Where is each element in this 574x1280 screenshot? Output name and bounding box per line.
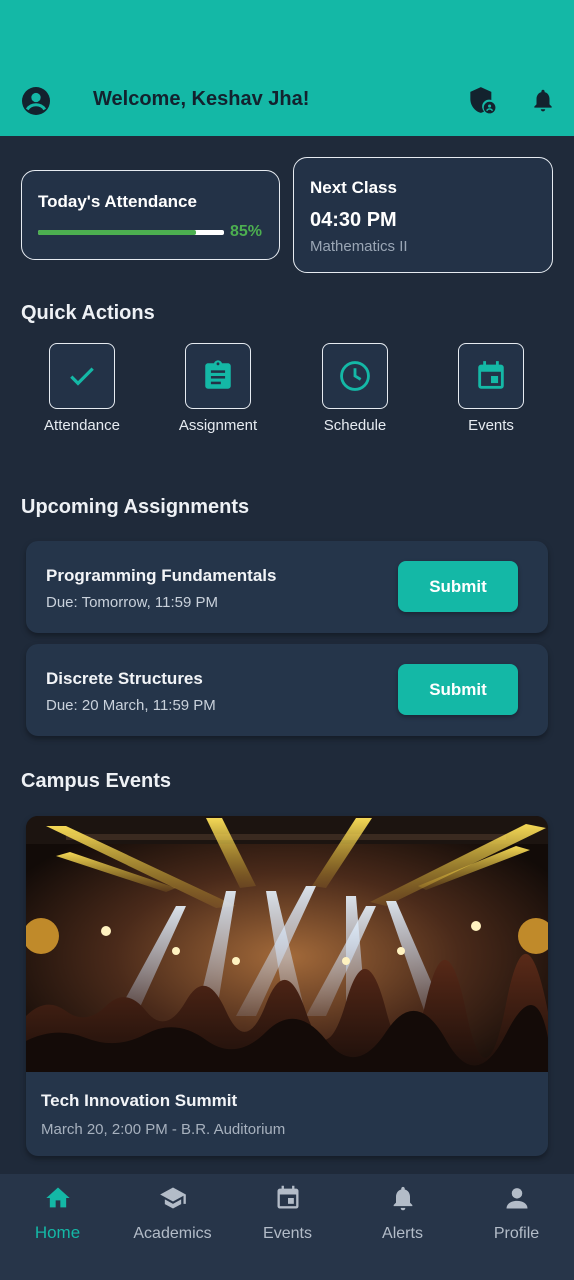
next-class-time: 04:30 PM <box>310 209 397 231</box>
bell-icon[interactable] <box>530 86 556 114</box>
bell-icon <box>393 1186 412 1211</box>
nav-label: Home <box>34 1223 81 1242</box>
assignment-item[interactable]: Programming Fundamentals Due: Tomorrow, … <box>26 541 548 633</box>
quick-action-schedule-box[interactable] <box>322 343 388 409</box>
top-app-bar: Welcome, Keshav Jha! <box>0 0 574 136</box>
upcoming-assignments-title: Upcoming Assignments <box>21 496 250 518</box>
next-class-label: Next Class <box>310 178 397 197</box>
quick-action-assignment-box[interactable] <box>185 343 251 409</box>
event-meta: March 20, 2:00 PM - B.R. Auditorium <box>41 1121 286 1138</box>
event-card[interactable]: Tech Innovation Summit March 20, 2:00 PM… <box>26 816 548 1156</box>
home-icon <box>45 1187 70 1208</box>
shield-account-icon[interactable] <box>468 86 496 114</box>
attendance-percent: 85% <box>230 223 263 240</box>
quick-action-events[interactable]: Events <box>431 343 551 434</box>
nav-label: Events <box>263 1225 312 1242</box>
nav-label: Profile <box>493 1225 540 1242</box>
nav-item-academics[interactable]: Academics <box>115 1184 230 1243</box>
welcome-text: Welcome, Keshav Jha! <box>93 88 310 110</box>
campus-events-title: Campus Events <box>21 770 172 792</box>
quick-action-label: Schedule <box>323 417 387 434</box>
submit-button[interactable]: Submit <box>398 561 518 612</box>
quick-action-attendance[interactable]: Attendance <box>22 343 142 434</box>
calendar-icon <box>277 1185 298 1209</box>
account-circle-icon[interactable] <box>22 87 50 115</box>
nav-label: Academics <box>133 1225 212 1242</box>
assignment-due: Due: 20 March, 11:59 PM <box>46 697 216 714</box>
event-image <box>26 816 548 1072</box>
assignment-due: Due: Tomorrow, 11:59 PM <box>46 594 219 611</box>
quick-action-label: Events <box>468 417 514 434</box>
nav-item-home[interactable]: Home <box>0 1184 115 1243</box>
quick-action-label: Attendance <box>44 417 120 434</box>
graduation-cap-icon <box>159 1187 186 1209</box>
assignment-name: Discrete Structures <box>46 669 203 688</box>
assignment-name: Programming Fundamentals <box>46 566 277 585</box>
quick-action-events-box[interactable] <box>458 343 524 409</box>
nav-label: Alerts <box>382 1225 423 1242</box>
clock-icon <box>340 361 370 391</box>
attendance-progress-bar <box>38 230 224 235</box>
attendance-card[interactable]: Today's Attendance 85% <box>21 170 280 260</box>
nav-item-alerts[interactable]: Alerts <box>345 1184 460 1243</box>
nav-item-events[interactable]: Events <box>230 1184 345 1243</box>
quick-action-assignment[interactable]: Assignment <box>158 343 278 434</box>
submit-button[interactable]: Submit <box>398 664 518 715</box>
bottom-navigation: Home Academics Events Alerts Profile <box>0 1174 574 1280</box>
person-icon <box>506 1188 527 1209</box>
assignment-item[interactable]: Discrete Structures Due: 20 March, 11:59… <box>26 644 548 736</box>
calendar-icon <box>478 361 504 389</box>
clipboard-icon <box>205 360 231 389</box>
next-class-card[interactable]: Next Class 04:30 PM Mathematics II <box>293 157 553 273</box>
quick-action-label: Assignment <box>178 417 258 434</box>
event-title: Tech Innovation Summit <box>41 1091 238 1110</box>
quick-action-attendance-box[interactable] <box>49 343 115 409</box>
attendance-progress-fill <box>38 230 197 235</box>
quick-actions-title: Quick Actions <box>21 302 155 324</box>
quick-action-schedule[interactable]: Schedule <box>295 343 415 434</box>
attendance-title: Today's Attendance <box>38 192 197 211</box>
next-class-subject: Mathematics II <box>310 238 408 255</box>
nav-item-profile[interactable]: Profile <box>459 1184 574 1243</box>
check-icon <box>70 367 94 386</box>
